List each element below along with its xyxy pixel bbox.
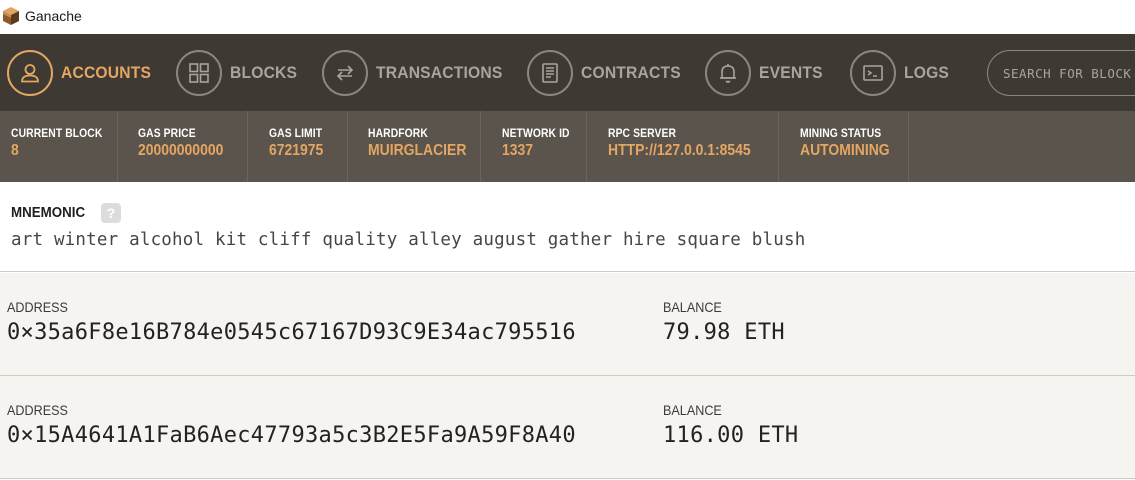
nav-blocks-label: BLOCKS bbox=[230, 63, 298, 82]
document-icon bbox=[527, 50, 573, 96]
main-nav: ACCOUNTS BLOCKS TRANSACTIONS CONTRACTS E… bbox=[0, 34, 1135, 111]
account-balance: 116.00 ETH bbox=[663, 423, 799, 448]
stat-mining-status: MINING STATUS AUTOMINING bbox=[789, 111, 909, 182]
stat-rpc-server: RPC SERVER HTTP://127.0.0.1:8545 bbox=[597, 111, 779, 182]
stat-label: CURRENT BLOCK bbox=[11, 128, 103, 140]
nav-events[interactable]: EVENTS bbox=[705, 50, 828, 96]
stat-value: AUTOMINING bbox=[800, 142, 890, 159]
account-row[interactable]: ADDRESS 0×15A4641A1FaB6Aec47793a5c3B2E5F… bbox=[0, 376, 1135, 479]
bell-icon bbox=[705, 50, 751, 96]
stat-network-id: NETWORK ID 1337 bbox=[491, 111, 587, 182]
nav-logs[interactable]: LOGS bbox=[850, 50, 953, 96]
stat-label: GAS LIMIT bbox=[269, 128, 323, 140]
balance-label: BALANCE bbox=[663, 299, 722, 315]
user-icon bbox=[7, 50, 53, 96]
stat-value: 6721975 bbox=[269, 142, 324, 159]
stat-label: RPC SERVER bbox=[608, 128, 677, 140]
account-address: 0×15A4641A1FaB6Aec47793a5c3B2E5Fa9A59F8A… bbox=[7, 423, 576, 448]
nav-accounts[interactable]: ACCOUNTS bbox=[7, 50, 159, 96]
transfer-arrows-icon bbox=[322, 50, 368, 96]
account-row[interactable]: ADDRESS 0×35a6F8e16B784e0545c67167D93C9E… bbox=[0, 273, 1135, 376]
ganache-logo-icon bbox=[3, 7, 19, 25]
window-title: Ganache bbox=[25, 8, 82, 24]
stat-value: MUIRGLACIER bbox=[368, 142, 467, 159]
terminal-icon bbox=[850, 50, 896, 96]
search-input[interactable] bbox=[987, 50, 1135, 96]
stat-label: NETWORK ID bbox=[502, 128, 570, 140]
chain-status-bar: CURRENT BLOCK 8 GAS PRICE 20000000000 GA… bbox=[0, 111, 1135, 182]
nav-accounts-label: ACCOUNTS bbox=[61, 63, 152, 82]
stat-label: MINING STATUS bbox=[800, 128, 882, 140]
help-icon[interactable]: ? bbox=[101, 203, 121, 223]
stat-value: 1337 bbox=[502, 142, 534, 159]
mnemonic-section: MNEMONIC ? art winter alcohol kit cliff … bbox=[0, 182, 1135, 272]
stat-value: HTTP://127.0.0.1:8545 bbox=[608, 142, 751, 159]
nav-events-label: EVENTS bbox=[759, 63, 823, 82]
account-address: 0×35a6F8e16B784e0545c67167D93C9E34ac7955… bbox=[7, 320, 576, 345]
stat-label: HARDFORK bbox=[368, 128, 428, 140]
address-label: ADDRESS bbox=[7, 299, 68, 315]
balance-label: BALANCE bbox=[663, 402, 722, 418]
mnemonic-words: art winter alcohol kit cliff quality all… bbox=[11, 230, 806, 250]
address-label: ADDRESS bbox=[7, 402, 68, 418]
stat-hardfork: HARDFORK MUIRGLACIER bbox=[357, 111, 481, 182]
stat-gas-limit: GAS LIMIT 6721975 bbox=[258, 111, 348, 182]
nav-blocks[interactable]: BLOCKS bbox=[176, 50, 303, 96]
nav-contracts-label: CONTRACTS bbox=[581, 63, 681, 82]
stat-label: GAS PRICE bbox=[138, 128, 196, 140]
nav-transactions[interactable]: TRANSACTIONS bbox=[322, 50, 513, 96]
stat-current-block: CURRENT BLOCK 8 bbox=[0, 111, 118, 182]
blocks-icon bbox=[176, 50, 222, 96]
nav-contracts[interactable]: CONTRACTS bbox=[527, 50, 690, 96]
mnemonic-label: MNEMONIC bbox=[11, 205, 86, 221]
stat-gas-price: GAS PRICE 20000000000 bbox=[127, 111, 248, 182]
stat-value: 20000000000 bbox=[138, 142, 224, 159]
account-balance: 79.98 ETH bbox=[663, 320, 785, 345]
nav-transactions-label: TRANSACTIONS bbox=[376, 63, 503, 82]
nav-logs-label: LOGS bbox=[904, 63, 950, 82]
stat-value: 8 bbox=[11, 142, 19, 159]
title-bar: Ganache bbox=[0, 0, 1135, 34]
